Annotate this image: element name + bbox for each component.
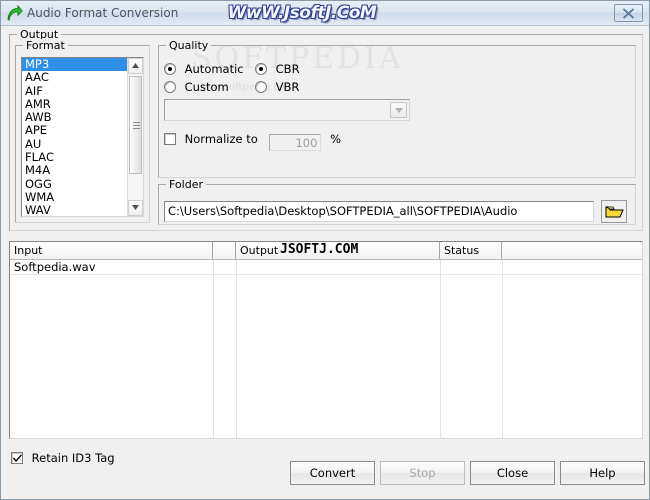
cell-trailing — [502, 260, 642, 274]
folder-groupbox-legend: Folder — [166, 178, 206, 191]
format-item-aac[interactable]: AAC — [22, 70, 128, 84]
format-item-amr[interactable]: AMR — [22, 97, 128, 111]
green-arrow-icon — [6, 4, 23, 22]
format-groupbox-legend: Format — [23, 39, 68, 52]
radio-custom-label: Custom — [184, 80, 229, 94]
quality-groupbox-legend: Quality — [166, 39, 212, 52]
format-item-ape[interactable]: APE — [22, 124, 128, 138]
normalize-unit-label: % — [330, 132, 342, 146]
stop-button: Stop — [380, 461, 465, 485]
format-listbox[interactable]: MP3 AAC AIF AMR AWB APE AU FLAC M4A OGG WMA WAV — [21, 57, 144, 217]
column-header-trailing[interactable] — [502, 242, 642, 259]
scrollbar-grip-icon — [133, 122, 140, 129]
scroll-down-arrow-icon[interactable] — [128, 200, 143, 216]
table-row[interactable]: Softpedia.wav — [10, 260, 642, 275]
convert-button[interactable]: Convert — [290, 461, 375, 485]
retain-id3-row[interactable]: Retain ID3 Tag — [11, 451, 115, 465]
normalize-value-input[interactable]: 100 — [269, 134, 322, 151]
radio-vbr[interactable]: VBR — [255, 80, 299, 94]
format-listbox-items[interactable]: MP3 AAC AIF AMR AWB APE AU FLAC M4A OGG WMA WAV — [22, 58, 128, 216]
format-item-wav[interactable]: WAV — [22, 203, 128, 216]
folder-open-icon — [602, 204, 626, 219]
folder-path-input[interactable]: C:\Users\Softpedia\Desktop\SOFTPEDIA_all… — [164, 201, 594, 222]
format-item-wma[interactable]: WMA — [22, 190, 128, 204]
cell-blank — [213, 260, 236, 274]
column-header-blank[interactable] — [213, 242, 236, 259]
format-item-m4a[interactable]: M4A — [22, 164, 128, 178]
column-header-status[interactable]: Status — [440, 242, 502, 259]
site-watermark-title: WwW.JsoftJ.CoM — [227, 3, 377, 23]
check-icon — [13, 454, 22, 463]
radio-custom[interactable]: Custom — [164, 80, 229, 94]
radio-vbr-label: VBR — [275, 80, 300, 94]
audio-format-conversion-window: Audio Format Conversion WwW.JsoftJ.CoM S… — [0, 0, 650, 500]
format-item-flac[interactable]: FLAC — [22, 150, 128, 164]
cell-output — [236, 260, 440, 274]
window-title: Audio Format Conversion — [27, 6, 179, 20]
radio-cbr-icon[interactable] — [255, 63, 267, 75]
title-bar: Audio Format Conversion WwW.JsoftJ.CoM — [1, 1, 649, 26]
cell-input: Softpedia.wav — [14, 260, 96, 274]
cell-status — [440, 260, 502, 274]
format-listbox-scrollbar[interactable] — [127, 58, 143, 216]
retain-id3-checkbox[interactable] — [11, 452, 23, 464]
file-list-rows[interactable]: Softpedia.wav — [10, 260, 642, 275]
scroll-up-arrow-icon[interactable] — [128, 58, 143, 74]
radio-custom-icon[interactable] — [164, 81, 176, 93]
chevron-down-icon[interactable] — [390, 102, 407, 118]
grid-divider — [440, 260, 441, 438]
help-button[interactable]: Help — [560, 461, 645, 485]
radio-automatic-label: Automatic — [184, 62, 244, 76]
scrollbar-thumb[interactable] — [129, 76, 142, 174]
close-dialog-button[interactable]: Close — [470, 461, 555, 485]
normalize-row: Normalize to 100 % — [164, 132, 341, 151]
format-item-mp3[interactable]: MP3 — [22, 58, 128, 72]
format-item-aif[interactable]: AIF — [22, 84, 128, 98]
radio-automatic[interactable]: Automatic — [164, 62, 244, 76]
format-item-ogg[interactable]: OGG — [22, 177, 128, 191]
format-item-awb[interactable]: AWB — [22, 110, 128, 124]
quality-preset-combobox[interactable] — [164, 99, 410, 121]
grid-divider — [502, 260, 503, 438]
close-icon — [622, 8, 635, 19]
column-header-input[interactable]: Input — [10, 242, 213, 259]
browse-folder-button[interactable] — [601, 200, 627, 223]
grid-divider — [236, 260, 237, 438]
file-list[interactable]: Input Output Status JSOFTJ.COM Softpedia… — [9, 241, 643, 439]
site-watermark-list: JSOFTJ.COM — [280, 242, 359, 257]
radio-vbr-icon[interactable] — [255, 81, 267, 93]
file-list-header: Input Output Status JSOFTJ.COM — [10, 242, 642, 260]
radio-cbr-label: CBR — [275, 62, 300, 76]
retain-id3-label: Retain ID3 Tag — [31, 451, 115, 465]
radio-cbr[interactable]: CBR — [255, 62, 300, 76]
format-item-au[interactable]: AU — [22, 137, 128, 151]
grid-divider — [213, 260, 214, 438]
radio-automatic-icon[interactable] — [164, 63, 176, 75]
close-button[interactable] — [614, 4, 643, 22]
normalize-label: Normalize to — [184, 132, 258, 146]
normalize-checkbox[interactable] — [164, 133, 176, 145]
